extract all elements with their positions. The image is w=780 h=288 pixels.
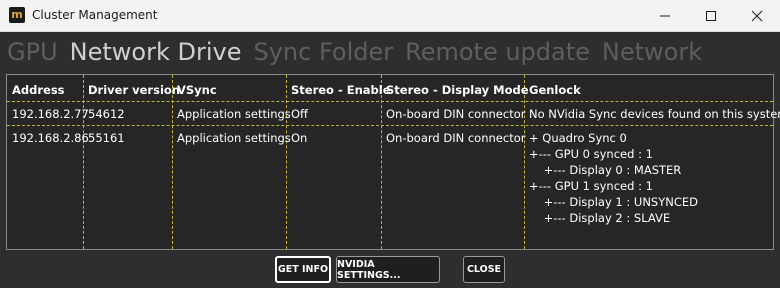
genlock-tree-line: +--- Display 2 : SLAVE bbox=[529, 211, 671, 225]
tab-sync-folder[interactable]: Sync Folder bbox=[253, 36, 393, 68]
tab-bar: GPU Network Drive Sync Folder Remote upd… bbox=[7, 36, 714, 68]
genlock-tree-line: +--- Display 1 : UNSYNCED bbox=[529, 195, 699, 209]
minimize-icon bbox=[660, 15, 670, 17]
row-divider bbox=[7, 101, 773, 102]
cell-vsync[interactable]: Application settings bbox=[177, 131, 291, 145]
cell-driver-version[interactable]: 55161 bbox=[88, 131, 125, 145]
genlock-tree-line: +--- Display 0 : MASTER bbox=[529, 163, 682, 177]
close-icon bbox=[751, 10, 763, 22]
genlock-tree-line: +--- GPU 1 synced : 1 bbox=[529, 179, 653, 193]
get-info-button[interactable]: GET INFO bbox=[275, 256, 331, 283]
cell-display-mode[interactable]: On-board DIN connector bbox=[386, 107, 525, 121]
tab-network[interactable]: Network bbox=[602, 36, 702, 68]
cell-address[interactable]: 192.168.2.86 bbox=[12, 131, 89, 145]
cell-display-mode[interactable]: On-board DIN connector bbox=[386, 131, 525, 145]
header-stereo-enable[interactable]: Stereo - Enable bbox=[291, 83, 391, 97]
cell-stereo-enable[interactable]: On bbox=[291, 131, 307, 145]
cell-driver-version[interactable]: 54612 bbox=[88, 107, 125, 121]
row-divider bbox=[7, 125, 773, 126]
minimize-button[interactable] bbox=[642, 0, 688, 32]
tab-gpu[interactable]: GPU bbox=[7, 36, 58, 68]
app-logo-icon: m bbox=[9, 7, 25, 23]
gpu-info-table: Address Driver version VSync Stereo - En… bbox=[6, 74, 780, 250]
cell-genlock[interactable]: No NVidia Sync devices found on this sys… bbox=[529, 107, 780, 121]
title-bar: m Cluster Management bbox=[0, 0, 780, 32]
main-content: GPU Network Drive Sync Folder Remote upd… bbox=[0, 32, 780, 288]
header-display-mode[interactable]: Stereo - Display Mode bbox=[386, 83, 529, 97]
header-address[interactable]: Address bbox=[12, 83, 65, 97]
tab-remote-update[interactable]: Remote update bbox=[405, 36, 590, 68]
header-vsync[interactable]: VSync bbox=[177, 83, 217, 97]
cell-stereo-enable[interactable]: Off bbox=[291, 107, 308, 121]
header-genlock[interactable]: Genlock bbox=[529, 83, 581, 97]
nvidia-settings-button[interactable]: NVIDIA SETTINGS... bbox=[336, 256, 440, 283]
cell-vsync[interactable]: Application settings bbox=[177, 107, 291, 121]
window-title: Cluster Management bbox=[32, 8, 158, 22]
header-driver-version[interactable]: Driver version bbox=[88, 83, 180, 97]
cell-address[interactable]: 192.168.2.77 bbox=[12, 107, 89, 121]
maximize-button[interactable] bbox=[688, 0, 734, 32]
maximize-icon bbox=[706, 11, 716, 21]
genlock-tree-line: + Quadro Sync 0 bbox=[529, 131, 627, 145]
genlock-tree-line: +--- GPU 0 synced : 1 bbox=[529, 147, 653, 161]
close-button[interactable]: CLOSE bbox=[463, 256, 505, 283]
close-window-button[interactable] bbox=[734, 0, 780, 32]
tab-network-drive[interactable]: Network Drive bbox=[70, 36, 242, 68]
